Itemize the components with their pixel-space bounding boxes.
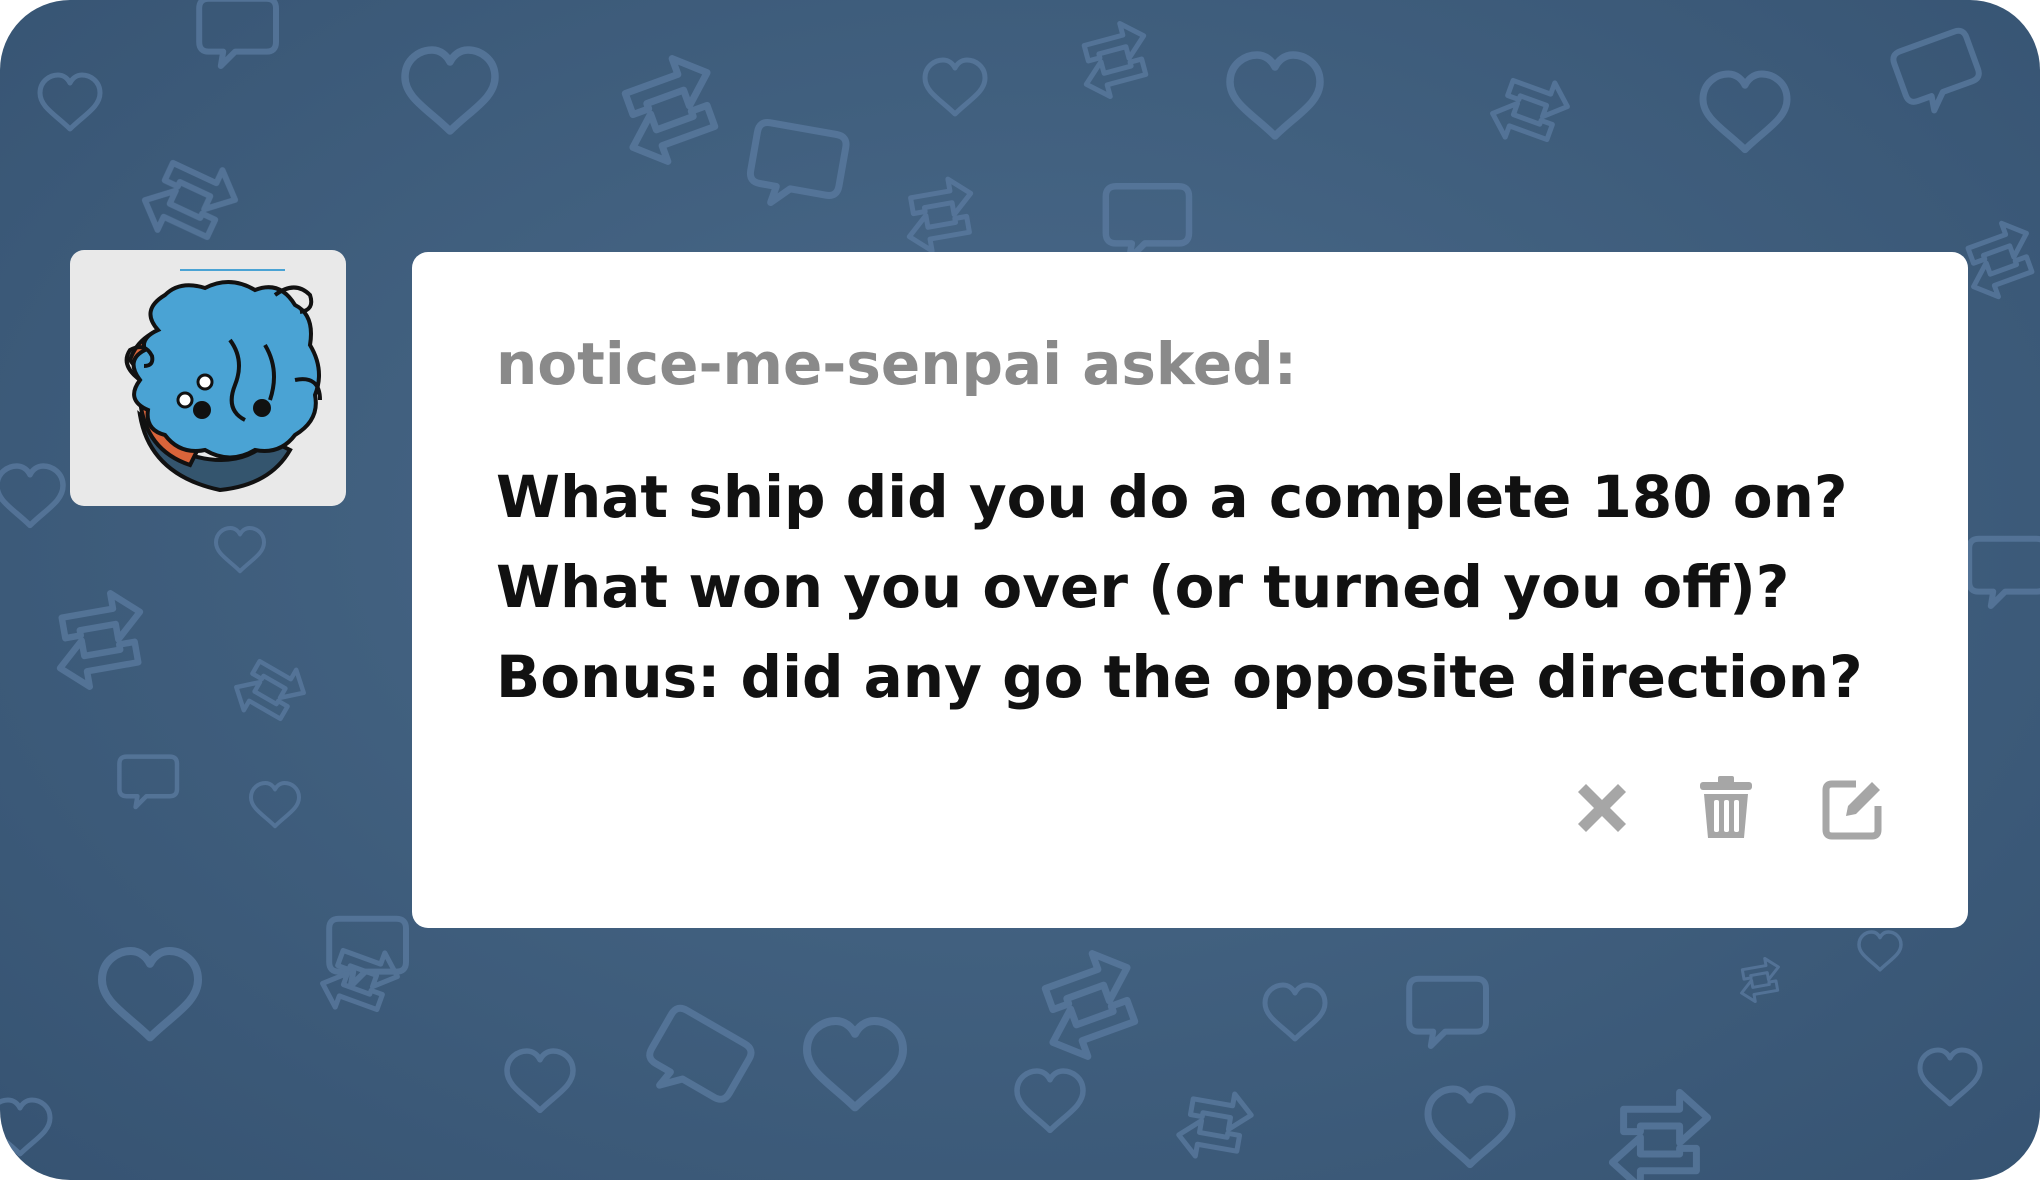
edit-button[interactable] (1816, 772, 1888, 844)
edit-icon (1822, 780, 1882, 840)
delete-button[interactable] (1566, 772, 1638, 844)
asker-line: notice-me-senpai asked: (496, 330, 1297, 398)
trash-button[interactable] (1690, 772, 1762, 844)
avatar[interactable] (70, 250, 346, 506)
trash-icon (1700, 776, 1752, 838)
close-icon (1578, 784, 1626, 832)
question-line-2: What won you over (or turned you off)? (496, 553, 1790, 621)
question-text: What ship did you do a complete 180 on? … (496, 452, 1896, 722)
ask-post-frame: notice-me-senpai asked: What ship did yo… (0, 0, 2040, 1180)
avatar-image (124, 269, 322, 493)
card-actions (412, 772, 1968, 852)
question-line-3: Bonus: did any go the opposite direction… (496, 643, 1863, 711)
ask-card: notice-me-senpai asked: What ship did yo… (412, 252, 1968, 928)
question-line-1: What ship did you do a complete 180 on? (496, 463, 1848, 531)
